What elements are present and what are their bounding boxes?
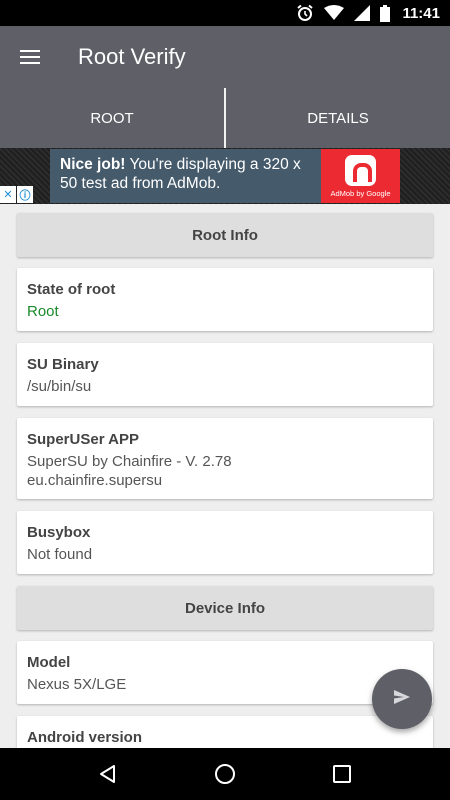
- tab-bar: ROOT DETAILS: [0, 88, 450, 148]
- card-title: SU Binary: [27, 356, 99, 373]
- card-value: Not found: [27, 546, 93, 563]
- recents-icon[interactable]: [322, 754, 362, 794]
- tab-details[interactable]: DETAILS: [226, 88, 450, 148]
- card-su-binary: SU Binary /su/bin/su: [17, 343, 433, 406]
- card-value: Root: [27, 303, 59, 320]
- admob-logo[interactable]: AdMob by Google: [321, 149, 400, 203]
- send-fab-button[interactable]: [372, 669, 432, 729]
- card-title: Model: [27, 654, 71, 671]
- battery-icon: [380, 4, 391, 22]
- card-title: Busybox: [27, 524, 91, 541]
- app-bar: Root Verify: [0, 26, 450, 88]
- home-icon[interactable]: [205, 754, 245, 794]
- ad-text-panel[interactable]: Nice job! You're displaying a 320 x 50 t…: [50, 149, 321, 203]
- ad-banner[interactable]: Nice job! You're displaying a 320 x 50 t…: [0, 148, 450, 204]
- card-value-package: eu.chainfire.supersu: [27, 472, 163, 489]
- screen: 11:41 Root Verify ROOT DETAILS Nice job!…: [0, 0, 450, 800]
- card-superuser-app: SuperUSer APP SuperSU by Chainfire - V. …: [17, 418, 433, 499]
- card-title: Android version: [27, 729, 143, 746]
- section-header-device-info: Device Info: [17, 586, 433, 630]
- card-android-version: Android version: [17, 716, 433, 748]
- root-content: Root Info State of root Root SU Binary /…: [0, 204, 450, 748]
- card-model: Model Nexus 5X/LGE: [17, 641, 433, 704]
- hamburger-menu-icon[interactable]: [0, 26, 61, 88]
- card-value: /su/bin/su: [27, 378, 92, 395]
- alarm-icon: [296, 4, 314, 22]
- wifi-icon: [324, 5, 345, 21]
- status-time: 11:41: [402, 4, 440, 22]
- ad-headline: Nice job!: [60, 156, 126, 173]
- navigation-bar: [0, 748, 450, 800]
- send-icon: [394, 689, 410, 709]
- card-title: SuperUSer APP: [27, 431, 139, 448]
- card-title: State of root: [27, 281, 116, 298]
- signal-icon: [354, 5, 371, 21]
- card-state-of-root: State of root Root: [17, 268, 433, 331]
- card-value: SuperSU by Chainfire - V. 2.78: [27, 453, 232, 470]
- section-header-root-info: Root Info: [17, 213, 433, 257]
- back-icon[interactable]: [88, 754, 128, 794]
- admob-tag: AdMob by Google: [330, 189, 391, 198]
- card-value: Nexus 5X/LGE: [27, 676, 127, 693]
- ad-choices: ✕ ⓘ: [0, 186, 33, 203]
- admob-mark-icon: [345, 155, 376, 186]
- tab-root[interactable]: ROOT: [0, 88, 224, 148]
- close-icon[interactable]: ✕: [0, 186, 16, 203]
- info-icon[interactable]: ⓘ: [17, 186, 33, 203]
- status-bar: 11:41: [0, 0, 450, 26]
- app-title: Root Verify: [78, 44, 186, 69]
- card-busybox: Busybox Not found: [17, 511, 433, 574]
